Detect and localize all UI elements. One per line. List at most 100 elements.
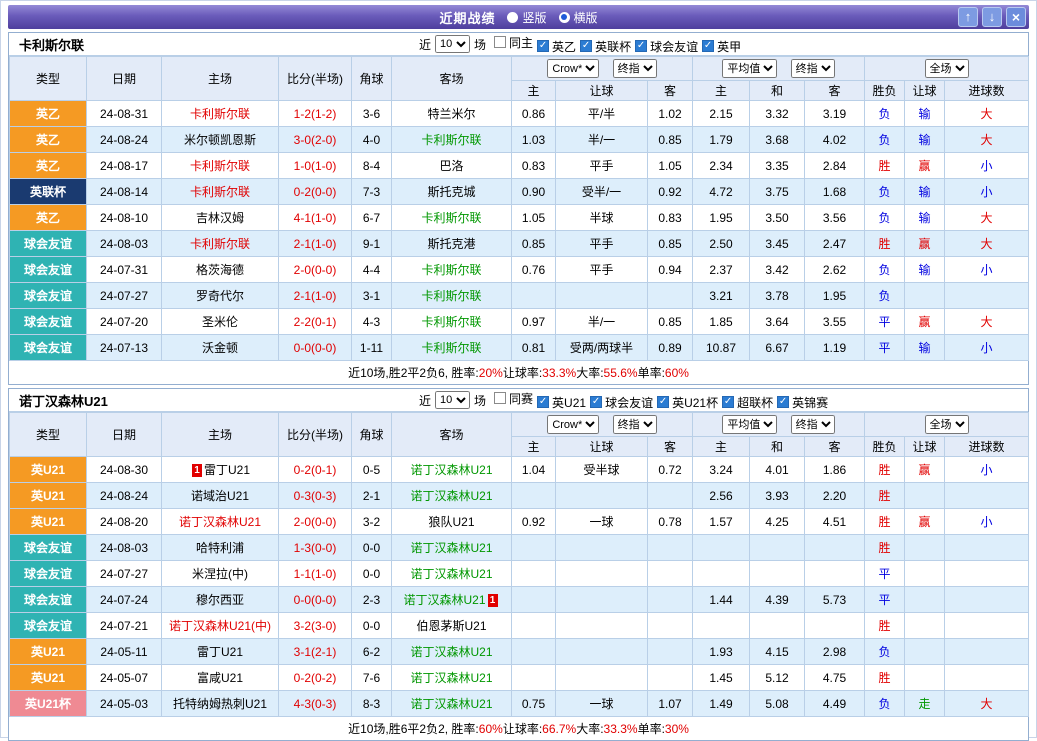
match-date: 24-07-13 — [86, 334, 162, 361]
away-team[interactable]: 巴洛 — [391, 152, 512, 179]
home-team[interactable]: 米涅拉(中) — [161, 560, 279, 587]
asian-handicap: 平手 — [555, 256, 648, 283]
home-team[interactable]: 吉林汉姆 — [161, 204, 279, 231]
filter-checkbox[interactable]: ✓ 英甲 — [702, 38, 741, 55]
checkbox-label: 英锦赛 — [792, 395, 829, 410]
match-count-select[interactable]: 10 — [435, 35, 471, 53]
summary-part: 30% — [664, 721, 689, 736]
close-button[interactable]: × — [1006, 7, 1026, 27]
match-row: 球会友谊 24-07-21 诺丁汉森林U21(中) 3-2(3-0) 0-0 伯恩茅斯U2… — [9, 612, 1029, 639]
match-date: 24-07-20 — [86, 308, 162, 335]
away-team[interactable]: 伯恩茅斯U21 — [391, 612, 512, 639]
home-team[interactable]: 穆尔西亚 — [161, 586, 279, 613]
euro-time-select[interactable]: 终指 — [790, 59, 835, 78]
filter-row: 卡利斯尔联 近 10 场 同主 ✓ 英乙 ✓ 英联杯 ✓ 球会友谊 ✓ 英甲 — [9, 33, 1028, 56]
checkbox-icon: ✓ — [635, 40, 648, 52]
home-team[interactable]: 卡利斯尔联 — [161, 100, 279, 127]
home-team[interactable]: 圣米伦 — [161, 308, 279, 335]
asian-away-odds: 0.85 — [647, 308, 693, 335]
handicap-result: 输 — [904, 256, 945, 283]
euro-time-select[interactable]: 终指 — [790, 415, 835, 434]
scope-select[interactable]: 全场 — [924, 415, 969, 434]
away-team[interactable]: 诺丁汉森林U21 — [391, 690, 512, 717]
home-team[interactable]: 米尔顿凯恩斯 — [161, 126, 279, 153]
filter-checkbox[interactable]: ✓ 球会友谊 — [590, 394, 653, 411]
corners: 6-2 — [351, 638, 392, 665]
filter-checkbox[interactable]: ✓ 英U21 — [537, 394, 586, 411]
filter-checkbox[interactable]: ✓ 英U21杯 — [657, 394, 718, 411]
home-team[interactable]: 诺丁汉森林U21(中) — [161, 612, 279, 639]
home-team[interactable]: 罗奇代尔 — [161, 282, 279, 309]
move-up-button[interactable]: ↑ — [958, 7, 978, 27]
away-team[interactable]: 诺丁汉森林U21 — [391, 560, 512, 587]
away-team[interactable]: 特兰米尔 — [391, 100, 512, 127]
away-team[interactable]: 诺丁汉森林U21 — [391, 456, 512, 483]
away-team[interactable]: 诺丁汉森林U21 — [391, 664, 512, 691]
home-team[interactable]: 诺域治U21 — [161, 482, 279, 509]
away-team[interactable]: 诺丁汉森林U21 1 — [391, 586, 512, 613]
home-team[interactable]: 沃金顿 — [161, 334, 279, 361]
filter-checkbox[interactable]: ✓ 球会友谊 — [635, 38, 698, 55]
win-lose-result: 平 — [864, 308, 905, 335]
match-score: 0-2(0-1) — [278, 456, 352, 483]
away-team[interactable]: 卡利斯尔联 — [391, 204, 512, 231]
away-team[interactable]: 诺丁汉森林U21 — [391, 638, 512, 665]
odds-company-select[interactable]: Crow* — [547, 59, 600, 78]
home-team[interactable]: 托特纳姆热刺U21 — [161, 690, 279, 717]
match-count-select[interactable]: 10 — [435, 391, 471, 409]
euro-odds-select[interactable]: 平均值 — [722, 415, 778, 434]
asian-home-odds: 0.90 — [511, 178, 556, 205]
filter-checkbox[interactable]: ✓ 英锦赛 — [777, 394, 828, 411]
filter-checkbox[interactable]: ✓ 超联杯 — [722, 394, 773, 411]
games-label: 场 — [474, 393, 487, 408]
euro-home-odds: 2.56 — [692, 482, 750, 509]
asian-away-odds — [647, 664, 693, 691]
home-team[interactable]: 雷丁U21 — [161, 638, 279, 665]
euro-draw-odds: 4.39 — [749, 586, 805, 613]
away-team[interactable]: 诺丁汉森林U21 — [391, 534, 512, 561]
layout-horizontal-radio[interactable]: 横版 — [558, 9, 598, 26]
move-down-button[interactable]: ↓ — [982, 7, 1002, 27]
goals-result: 大 — [944, 690, 1029, 717]
home-team[interactable]: 富咸U21 — [161, 664, 279, 691]
away-team[interactable]: 卡利斯尔联 — [391, 126, 512, 153]
away-team[interactable]: 狼队U21 — [391, 508, 512, 535]
home-team[interactable]: 诺丁汉森林U21 — [161, 508, 279, 535]
euro-odds-select[interactable]: 平均值 — [722, 59, 778, 78]
away-team[interactable]: 卡利斯尔联 — [391, 282, 512, 309]
goals-result: 大 — [944, 230, 1029, 257]
away-team[interactable]: 斯托克城 — [391, 178, 512, 205]
away-team[interactable]: 诺丁汉森林U21 — [391, 482, 512, 509]
filter-checkbox[interactable]: 同赛 — [494, 390, 533, 407]
filter-checkbox[interactable]: ✓ 英乙 — [537, 38, 576, 55]
home-team[interactable]: 1 雷丁U21 — [161, 456, 279, 483]
asian-away-odds — [647, 482, 693, 509]
home-team[interactable]: 哈特利浦 — [161, 534, 279, 561]
asian-handicap — [555, 482, 648, 509]
win-lose-result: 胜 — [864, 482, 905, 509]
home-team[interactable]: 卡利斯尔联 — [161, 152, 279, 179]
filter-checkbox[interactable]: ✓ 英联杯 — [580, 38, 631, 55]
summary-part: 让球率: — [502, 722, 543, 736]
odds-company-select[interactable]: Crow* — [547, 415, 600, 434]
filter-checkbox[interactable]: 同主 — [494, 34, 533, 51]
summary-part: 20% — [478, 365, 503, 380]
home-team[interactable]: 卡利斯尔联 — [161, 178, 279, 205]
euro-home-odds: 2.34 — [692, 152, 750, 179]
away-team[interactable]: 卡利斯尔联 — [391, 334, 512, 361]
league-type-badge: 英U21杯 — [9, 690, 87, 717]
corners: 3-6 — [351, 100, 392, 127]
odds-time-select[interactable]: 终指 — [612, 415, 657, 434]
away-team[interactable]: 斯托克港 — [391, 230, 512, 257]
match-row: 球会友谊 24-07-27 罗奇代尔 2-1(1-0) 3-1 卡利斯尔联 3.21 3.78… — [9, 282, 1029, 309]
scope-select[interactable]: 全场 — [924, 59, 969, 78]
asian-handicap — [555, 534, 648, 561]
odds-time-select[interactable]: 终指 — [612, 59, 657, 78]
league-type-badge: 球会友谊 — [9, 534, 87, 561]
match-score: 0-0(0-0) — [278, 334, 352, 361]
home-team[interactable]: 卡利斯尔联 — [161, 230, 279, 257]
layout-vertical-radio[interactable]: 竖版 — [507, 9, 547, 26]
away-team[interactable]: 卡利斯尔联 — [391, 308, 512, 335]
home-team[interactable]: 格茨海德 — [161, 256, 279, 283]
away-team[interactable]: 卡利斯尔联 — [391, 256, 512, 283]
